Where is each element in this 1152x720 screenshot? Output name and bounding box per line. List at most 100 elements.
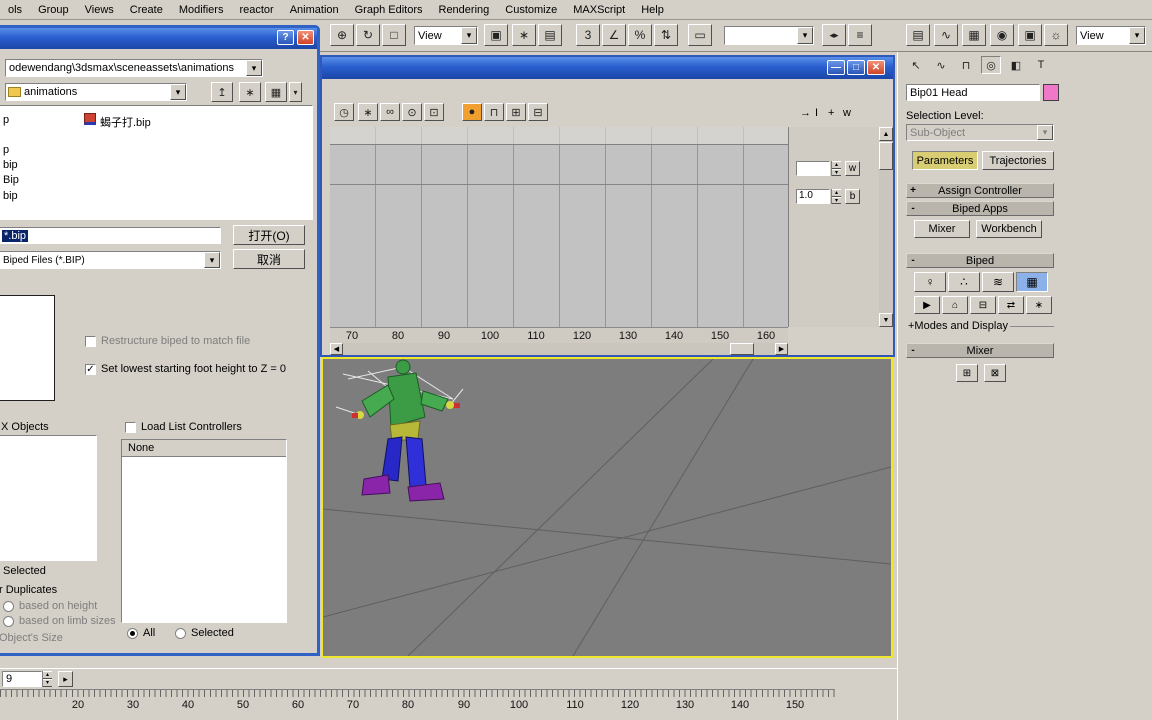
foot-height-checkbox[interactable]: ✓ Set lowest starting foot height to Z =… xyxy=(85,363,286,375)
sub-object-dropdown[interactable]: Sub-Object ▾ xyxy=(906,124,1054,141)
radio-circle[interactable] xyxy=(127,627,138,639)
file-item[interactable]: Bip xyxy=(3,174,19,186)
scroll-thumb[interactable] xyxy=(879,142,893,170)
close-icon[interactable]: ✕ xyxy=(867,60,885,75)
menu-animation[interactable]: Animation xyxy=(282,2,347,18)
mixer-open-icon[interactable]: ⊞ xyxy=(956,364,978,382)
scroll-right-icon[interactable]: ▶ xyxy=(775,343,788,355)
weight-button[interactable]: w xyxy=(845,161,860,176)
load-list-controllers-checkbox[interactable]: Load List Controllers xyxy=(125,421,242,433)
spin-down-icon[interactable]: ▾ xyxy=(832,196,841,204)
pan-hand-icon[interactable]: ∗ xyxy=(358,103,378,121)
named-selection-sets-icon[interactable]: ▭ xyxy=(688,24,712,46)
convert-icon[interactable]: ⇄ xyxy=(998,296,1024,314)
dialog-titlebar[interactable]: ? ✕ xyxy=(0,28,317,49)
use-center-icon[interactable]: ▣ xyxy=(484,24,508,46)
all-radio[interactable]: All xyxy=(127,627,155,639)
cancel-button[interactable]: 取消 xyxy=(233,249,305,269)
file-item[interactable]: p xyxy=(3,114,9,126)
new-folder-icon[interactable]: ∗ xyxy=(239,82,261,102)
chevron-down-icon[interactable]: ▾ xyxy=(797,27,813,44)
render-setup-icon[interactable]: ▣ xyxy=(1018,24,1042,46)
based-on-limb-radio[interactable]: based on limb sizes xyxy=(3,615,116,627)
track-horizontal-scrollbar[interactable]: ◀ ▶ xyxy=(330,343,788,355)
menu-modifiers[interactable]: Modifiers xyxy=(171,2,232,18)
select-and-rotate-icon[interactable]: ↻ xyxy=(356,24,380,46)
render-view-dropdown[interactable]: View ▾ xyxy=(1076,26,1146,45)
perspective-viewport[interactable] xyxy=(321,357,893,658)
file-list[interactable]: p 蝎子打.bip p bip Bip bip xyxy=(0,105,313,220)
current-frame-field[interactable]: 9 xyxy=(2,671,42,687)
file-item[interactable]: bip xyxy=(3,190,18,202)
selected-radio[interactable]: Selected xyxy=(175,627,234,639)
material-editor-icon[interactable]: ◉ xyxy=(990,24,1014,46)
file-item[interactable]: p xyxy=(3,144,9,156)
balance-spinner[interactable]: ▴ ▾ xyxy=(831,189,841,204)
menu-group[interactable]: Group xyxy=(30,2,77,18)
object-color-swatch[interactable] xyxy=(1043,84,1059,101)
snap-key-icon[interactable]: ● xyxy=(462,103,482,121)
rollout-biped[interactable]: - Biped xyxy=(906,253,1054,268)
track-vertical-scrollbar[interactable]: ▲ ▼ xyxy=(879,127,893,327)
chevron-down-icon[interactable]: ▾ xyxy=(461,27,477,44)
layer-manager-icon[interactable]: ▤ xyxy=(906,24,930,46)
based-on-height-radio[interactable]: based on height xyxy=(3,600,97,612)
controllers-list[interactable]: None xyxy=(121,439,287,623)
reference-coordinate-dropdown[interactable]: View ▾ xyxy=(414,26,478,45)
tab-trajectories[interactable]: Trajectories xyxy=(982,151,1054,170)
checkbox-box[interactable]: ✓ xyxy=(85,363,96,375)
scroll-up-icon[interactable]: ▲ xyxy=(879,127,893,141)
file-item-selected[interactable]: 蝎子打.bip xyxy=(100,114,151,130)
frame-spinner[interactable]: ▴ ▾ xyxy=(42,671,52,687)
menu-create[interactable]: Create xyxy=(122,2,171,18)
filename-input[interactable]: *.bip xyxy=(0,227,221,244)
save-file-icon[interactable]: ⊟ xyxy=(970,296,996,314)
biped-playback-icon[interactable]: ▶ xyxy=(914,296,940,314)
filetype-dropdown[interactable]: Biped Files (*.BIP) ▾ xyxy=(0,251,221,269)
radio-circle[interactable] xyxy=(3,600,14,612)
radio-circle[interactable] xyxy=(3,615,14,627)
timeline-ruler[interactable]: 20 30 40 50 60 70 80 90 100 110 120 130 … xyxy=(0,689,897,720)
rollout-biped-apps[interactable]: - Biped Apps xyxy=(906,201,1054,216)
track-cursor-icon[interactable]: I xyxy=(815,107,818,119)
tab-modify-icon[interactable]: ∿ xyxy=(931,56,951,74)
named-selection-dropdown[interactable]: ▾ xyxy=(724,26,814,45)
menu-rendering[interactable]: Rendering xyxy=(431,2,498,18)
menu-graph-editors[interactable]: Graph Editors xyxy=(347,2,431,18)
mixer-button[interactable]: Mixer xyxy=(914,220,970,238)
view-menu-arrow-icon[interactable]: ▾ xyxy=(289,82,302,102)
expand-icon[interactable]: + xyxy=(907,185,919,196)
mixer-save-icon[interactable]: ⊠ xyxy=(984,364,1006,382)
close-icon[interactable]: ✕ xyxy=(297,30,314,45)
grid-toggle-icon[interactable]: ⊞ xyxy=(506,103,526,121)
move-all-mode-icon[interactable]: ∗ xyxy=(1026,296,1052,314)
object-name-field[interactable]: Bip01 Head xyxy=(906,84,1040,101)
tab-create-icon[interactable]: ↖ xyxy=(906,56,926,74)
mirror-icon[interactable]: ◂▸ xyxy=(822,24,846,46)
path-dropdown[interactable]: odewendang\3dsmax\sceneassets\animations… xyxy=(5,59,263,77)
select-and-move-icon[interactable]: ⊕ xyxy=(330,24,354,46)
balance-value-field[interactable]: 1.0 xyxy=(796,189,830,204)
select-and-scale-icon[interactable]: □ xyxy=(382,24,406,46)
footstep-mode-icon[interactable]: ∴ xyxy=(948,272,980,292)
scroll-left-icon[interactable]: ◀ xyxy=(330,343,343,355)
load-file-icon[interactable]: ⌂ xyxy=(942,296,968,314)
folder-dropdown[interactable]: animations ▾ xyxy=(5,83,187,101)
tab-motion-icon[interactable]: ◎ xyxy=(981,56,1001,74)
radio-circle[interactable] xyxy=(175,627,186,639)
rollout-assign-controller[interactable]: + Assign Controller xyxy=(906,183,1054,198)
spin-up-icon[interactable]: ▴ xyxy=(43,671,52,679)
tab-parameters[interactable]: Parameters xyxy=(912,151,978,170)
snap-toggle-icon[interactable]: 3 xyxy=(576,24,600,46)
collapse-icon[interactable]: - xyxy=(907,203,919,214)
balance-button[interactable]: b xyxy=(845,189,860,204)
track-ruler[interactable]: 70 80 90 100 110 120 130 140 150 160 xyxy=(330,327,788,343)
schematic-view-icon[interactable]: ▦ xyxy=(962,24,986,46)
figure-mode-icon[interactable]: ♀ xyxy=(914,272,946,292)
chevron-down-icon[interactable]: ▾ xyxy=(170,84,186,100)
modes-and-display-label[interactable]: +Modes and Display xyxy=(908,320,1008,332)
tab-hierarchy-icon[interactable]: ⊓ xyxy=(956,56,976,74)
lock-keys-icon[interactable]: ⊓ xyxy=(484,103,504,121)
motion-flow-mode-icon[interactable]: ≋ xyxy=(982,272,1014,292)
menu-reactor[interactable]: reactor xyxy=(231,2,281,18)
